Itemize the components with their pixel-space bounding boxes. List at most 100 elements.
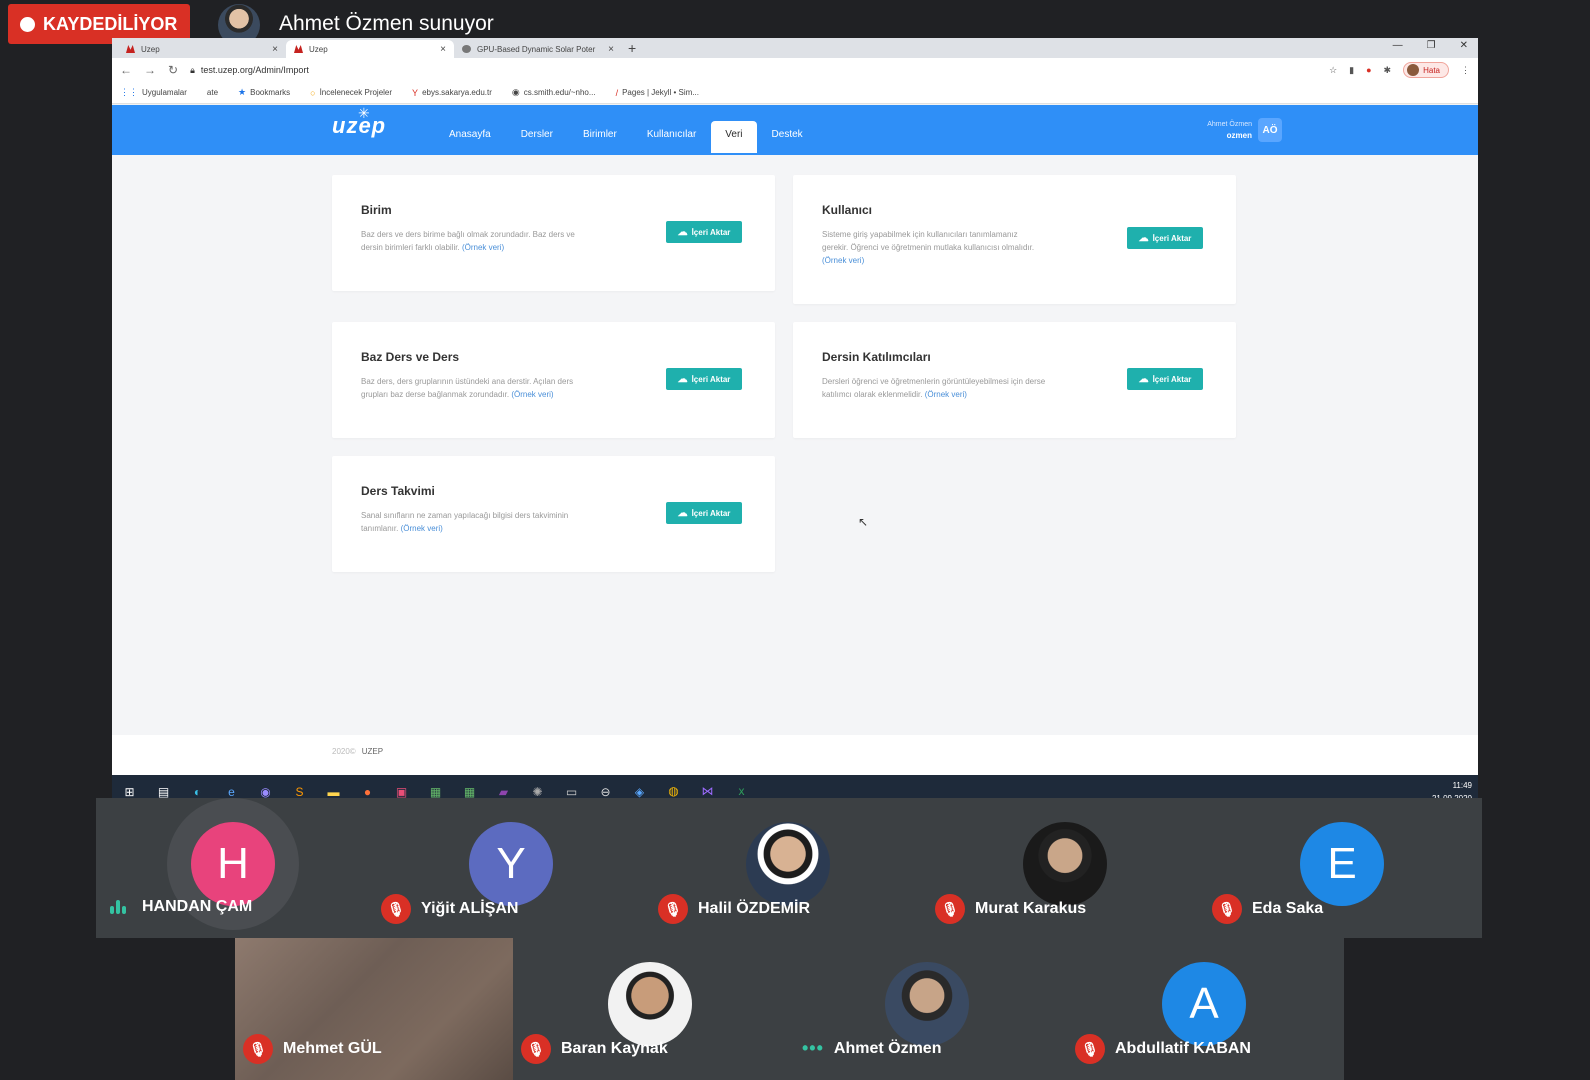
nav-destek[interactable]: Destek (757, 121, 818, 153)
card-title: Ders Takvimi (361, 484, 435, 498)
participant-name: Yiğit ALİŞAN (421, 900, 519, 917)
shared-screen-browser: Uzep × Uzep × GPU-Based Dynamic Solar Po… (112, 38, 1478, 808)
address-bar[interactable]: 🔒︎ test.uzep.org/Admin/Import (190, 65, 1317, 76)
footer-year: 2020© (332, 747, 356, 756)
mic-off-icon: 🎙︎ (381, 894, 411, 924)
recording-label: KAYDEDİLİYOR (43, 13, 178, 34)
participant-name: Eda Saka (1252, 900, 1324, 917)
bookmark-item[interactable]: ate (207, 88, 218, 97)
bookmark-item[interactable]: Yebys.sakarya.edu.tr (412, 88, 492, 98)
import-card-baz-ders: Baz Ders ve Ders Baz ders, ders grupları… (332, 322, 775, 438)
card-description: Sisteme giriş yapabilmek için kullanıcıl… (822, 230, 1035, 267)
user-avatar[interactable]: AÖ (1258, 118, 1282, 142)
tab-strip: Uzep × Uzep × GPU-Based Dynamic Solar Po… (112, 38, 1478, 58)
app-navbar: ✳ uzep Anasayfa Dersler Birimler Kullanı… (112, 105, 1478, 155)
uzep-logo[interactable]: uzep (332, 113, 386, 139)
tab-title: Uzep (141, 44, 160, 54)
extension-icon[interactable]: ▮ (1349, 65, 1354, 76)
participant-tile[interactable]: 🎙︎ Murat Karakus (927, 798, 1204, 938)
menu-icon[interactable]: ⋮ (1461, 65, 1470, 76)
y-icon: Y (412, 87, 419, 98)
browser-tab-3[interactable]: GPU-Based Dynamic Solar Poter × (454, 40, 622, 58)
bookmark-item[interactable]: ◉ cs.smith.edu/~nho... (512, 87, 596, 98)
participant-tile[interactable]: 🎙︎ Mehmet GÜL (235, 938, 513, 1080)
mic-off-icon: 🎙︎ (521, 1034, 551, 1064)
participant-tile[interactable]: 🎙︎ Baran Kaynak (513, 938, 790, 1080)
import-button[interactable]: ☁ İçeri Aktar (1127, 227, 1203, 249)
puzzle-icon[interactable]: ✱ (1384, 65, 1392, 76)
participant-tile[interactable]: E 🎙︎ Eda Saka (1204, 798, 1481, 938)
star-icon: ★ (238, 87, 247, 97)
minimize-button[interactable]: — (1393, 40, 1403, 51)
participant-tile[interactable]: A 🎙︎ Abdullatif KABAN (1067, 938, 1344, 1080)
bookmark-item[interactable]: ★ Bookmarks (238, 87, 290, 98)
pen-icon: / (615, 87, 619, 98)
url-text: test.uzep.org/Admin/Import (200, 65, 309, 75)
import-button[interactable]: ☁ İçeri Aktar (666, 221, 742, 243)
globe-favicon-icon (462, 45, 471, 53)
card-title: Birim (361, 203, 392, 217)
participant-row-2: 🎙︎ Mehmet GÜL 🎙︎ Baran Kaynak ••• Ahmet … (235, 938, 1344, 1080)
bookmark-item[interactable]: / Pages | Jekyll • Sim... (616, 88, 699, 98)
participant-name-row: 🎙︎ Mehmet GÜL (243, 1034, 382, 1064)
more-options-dots-icon[interactable]: ••• (802, 1038, 824, 1059)
sample-data-link[interactable]: (Örnek veri) (822, 254, 1034, 267)
reload-icon[interactable]: ↻ (168, 63, 178, 77)
user-username: ozmen (1226, 131, 1252, 140)
participant-tile[interactable]: ••• Ahmet Özmen (790, 938, 1067, 1080)
sample-data-link[interactable]: (Örnek veri) (401, 524, 443, 533)
participant-name-row: 🎙︎ Eda Saka (1212, 894, 1323, 924)
close-tab-icon[interactable]: × (608, 44, 614, 55)
window-controls: — ❐ ✕ (1393, 40, 1468, 51)
browser-tab-2-active[interactable]: Uzep × (286, 40, 454, 58)
participant-tile[interactable]: H HANDAN ÇAM (96, 798, 373, 938)
sample-data-link[interactable]: (Örnek veri) (511, 390, 553, 399)
import-button[interactable]: ☁ İçeri Aktar (666, 368, 742, 390)
participant-name-row: 🎙︎ Abdullatif KABAN (1075, 1034, 1251, 1064)
bookmark-item[interactable]: ⋮⋮ Uygulamalar (120, 87, 187, 98)
new-tab-button[interactable]: + (628, 40, 636, 58)
cloud-upload-icon: ☁ (1138, 232, 1149, 244)
clock-time: 11:49 (1452, 781, 1472, 790)
apps-icon: ⋮⋮ (120, 87, 138, 97)
browser-toolbar: ← → ↻ 🔒︎ test.uzep.org/Admin/Import ☆ ▮ … (112, 58, 1478, 82)
close-window-button[interactable]: ✕ (1460, 40, 1468, 51)
restore-button[interactable]: ❐ (1427, 40, 1436, 51)
avatar-photo (885, 962, 969, 1046)
browser-tab-1[interactable]: Uzep × (118, 40, 286, 58)
lock-icon: 🔒︎ (190, 64, 195, 75)
import-button[interactable]: ☁ İçeri Aktar (666, 502, 742, 524)
participant-name: Ahmet Özmen (833, 1039, 942, 1057)
nav-kullanicilar[interactable]: Kullanıcılar (632, 121, 711, 153)
nav-birimler[interactable]: Birimler (568, 121, 632, 153)
participant-name: Mehmet GÜL (283, 1040, 382, 1057)
sample-data-link[interactable]: (Örnek veri) (925, 390, 967, 399)
tab-title: GPU-Based Dynamic Solar Poter (477, 44, 596, 54)
participant-tile[interactable]: Y 🎙︎ Yiğit ALİŞAN (373, 798, 650, 938)
close-tab-icon[interactable]: × (440, 44, 446, 55)
participant-name: Baran Kaynak (561, 1040, 668, 1057)
cloud-upload-icon: ☁ (677, 373, 688, 385)
forward-icon[interactable]: → (144, 63, 156, 77)
folder-icon: ○ (310, 87, 316, 98)
user-info[interactable]: Ahmet Özmen ozmen (1207, 119, 1252, 142)
import-button[interactable]: ☁ İçeri Aktar (1127, 368, 1203, 390)
import-card-kullanici: Kullanıcı Sisteme giriş yapabilmek için … (793, 175, 1236, 304)
nav-anasayfa[interactable]: Anasayfa (434, 121, 506, 153)
nav-dersler[interactable]: Dersler (506, 121, 568, 153)
card-title: Kullanıcı (822, 203, 873, 217)
mic-off-icon: 🎙︎ (1212, 894, 1242, 924)
back-icon[interactable]: ← (120, 63, 132, 77)
sample-data-link[interactable]: (Örnek veri) (462, 243, 504, 252)
participant-tile[interactable]: 🎙︎ Halil ÖZDEMİR (650, 798, 927, 938)
profile-status: Hata (1423, 65, 1440, 75)
profile-error-chip[interactable]: Hata (1403, 62, 1449, 78)
participant-name-row: 🎙︎ Murat Karakus (935, 894, 1086, 924)
bookmark-item[interactable]: ○ İncelenecek Projeler (310, 88, 392, 98)
participant-name-row: 🎙︎ Baran Kaynak (521, 1034, 668, 1064)
opera-icon[interactable]: ● (1366, 65, 1371, 75)
nav-veri[interactable]: Veri (711, 121, 757, 153)
bookmark-star-icon[interactable]: ☆ (1329, 65, 1337, 76)
cloud-upload-icon: ☁ (677, 226, 688, 238)
close-tab-icon[interactable]: × (272, 44, 278, 55)
